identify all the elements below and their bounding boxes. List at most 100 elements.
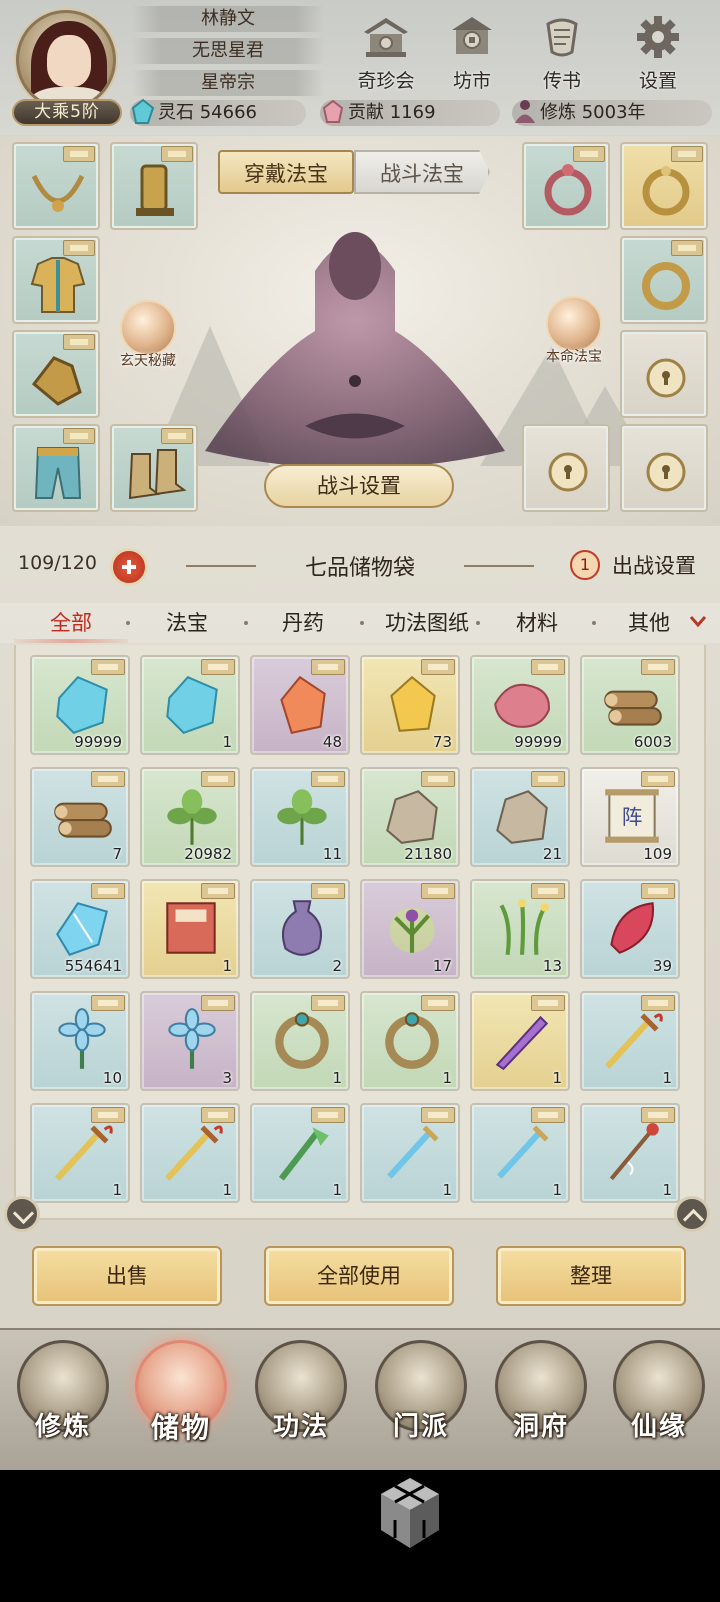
chevron-down-icon[interactable] bbox=[688, 611, 708, 631]
scroll-down-button[interactable] bbox=[4, 1196, 40, 1232]
use-all-button[interactable]: 全部使用 bbox=[264, 1246, 454, 1306]
inventory-item[interactable]: 10 bbox=[30, 991, 130, 1091]
tab-treasures[interactable]: 法宝 bbox=[136, 603, 238, 643]
inventory-item[interactable]: 2 bbox=[250, 879, 350, 979]
inventory-item[interactable]: 554641 bbox=[30, 879, 130, 979]
equip-slot-boots[interactable] bbox=[110, 424, 198, 512]
inventory-item[interactable]: 13 bbox=[470, 879, 570, 979]
inventory-item[interactable]: 39 bbox=[580, 879, 680, 979]
inventory-item[interactable]: 99999 bbox=[470, 655, 570, 755]
orange-ore-icon bbox=[280, 675, 326, 735]
natal-treasure-button[interactable]: 本命法宝 bbox=[530, 296, 618, 366]
inventory-item[interactable]: 1 bbox=[580, 1103, 680, 1203]
contribution-bar: 贡献 1169 bbox=[320, 99, 500, 126]
pants-icon bbox=[34, 447, 82, 499]
inventory-item[interactable]: 阵 109 bbox=[580, 767, 680, 867]
equip-slot-locked-3[interactable] bbox=[620, 424, 708, 512]
inventory-item[interactable]: 1 bbox=[360, 1103, 460, 1203]
item-count: 99999 bbox=[514, 733, 562, 751]
inventory-item[interactable]: 7 bbox=[30, 767, 130, 867]
tab-battle-treasures[interactable]: 战斗法宝 bbox=[354, 150, 490, 194]
inventory-item[interactable]: 1 bbox=[250, 1103, 350, 1203]
tab-manuals[interactable]: 功法图纸 bbox=[364, 603, 490, 643]
player-sect: 星帝宗 bbox=[132, 70, 324, 96]
cube-icon[interactable] bbox=[373, 1474, 447, 1554]
nav-techniques[interactable]: 功法 bbox=[246, 1340, 356, 1468]
expand-bag-button[interactable] bbox=[110, 548, 148, 586]
equip-slot-hat[interactable] bbox=[110, 142, 198, 230]
inventory-item[interactable]: 1 bbox=[30, 1103, 130, 1203]
inventory-item[interactable]: 20982 bbox=[140, 767, 240, 867]
market-button[interactable]: 坊市 bbox=[434, 14, 510, 92]
spirit-stone-label: 灵石 bbox=[158, 102, 194, 123]
settings-button[interactable]: 设置 bbox=[620, 14, 696, 92]
necklace-icon bbox=[31, 174, 85, 212]
equip-slot-bracelet[interactable] bbox=[620, 236, 708, 324]
inventory-item[interactable]: 17 bbox=[360, 879, 460, 979]
inventory-item[interactable]: 1 bbox=[250, 991, 350, 1091]
blue-flower-icon bbox=[58, 1008, 106, 1069]
sell-button[interactable]: 出售 bbox=[32, 1246, 222, 1306]
nav-immortal-fate[interactable]: 仙缘 bbox=[604, 1340, 714, 1468]
deploy-settings-button[interactable]: 出战设置 bbox=[612, 550, 696, 580]
equip-slot-pants[interactable] bbox=[12, 424, 100, 512]
ice-crystal-icon bbox=[56, 902, 108, 957]
spirit-stone-value: 54666 bbox=[199, 102, 257, 123]
inventory-item[interactable]: 1 bbox=[580, 991, 680, 1091]
equip-slot-necklace[interactable] bbox=[12, 142, 100, 230]
inventory-item[interactable]: 1 bbox=[470, 991, 570, 1091]
equip-slot-armor[interactable] bbox=[12, 236, 100, 324]
dragon-ring-icon bbox=[642, 262, 690, 310]
spirit-grass-icon bbox=[499, 899, 549, 956]
treasure-tabs: 穿戴法宝 战斗法宝 bbox=[218, 150, 490, 196]
inventory-item[interactable]: 48 bbox=[250, 655, 350, 755]
header: 大乘5阶 林静文 无思星君 星帝宗 奇珍会 坊市 传书 设置 灵石 54666 … bbox=[0, 0, 720, 135]
avatar[interactable]: 大乘5阶 bbox=[8, 4, 126, 126]
item-count: 17 bbox=[432, 957, 452, 975]
battle-settings-button[interactable]: 战斗设置 bbox=[264, 464, 454, 508]
equip-slot-gloves[interactable] bbox=[12, 330, 100, 418]
inventory-item[interactable]: 21 bbox=[470, 767, 570, 867]
green-spear-icon bbox=[278, 1127, 329, 1181]
nav-sect[interactable]: 门派 bbox=[366, 1340, 476, 1468]
equip-slot-locked-2[interactable] bbox=[522, 424, 610, 512]
item-count: 13 bbox=[542, 957, 562, 975]
mail-button[interactable]: 传书 bbox=[524, 14, 600, 92]
inventory-item[interactable]: 11 bbox=[250, 767, 350, 867]
tab-worn-treasures[interactable]: 穿戴法宝 bbox=[218, 150, 354, 194]
vase-icon bbox=[282, 900, 322, 956]
golden-sword-icon bbox=[55, 1125, 113, 1181]
inventory-item[interactable]: 6003 bbox=[580, 655, 680, 755]
scroll-up-button[interactable] bbox=[674, 1196, 710, 1232]
tab-pills[interactable]: 丹药 bbox=[252, 603, 354, 643]
inventory-item[interactable]: 1 bbox=[140, 655, 240, 755]
inventory-item[interactable]: 1 bbox=[140, 879, 240, 979]
equip-slot-ring-2[interactable] bbox=[620, 142, 708, 230]
inventory-item[interactable]: 1 bbox=[470, 1103, 570, 1203]
equip-slot-locked-1[interactable] bbox=[620, 330, 708, 418]
tab-others[interactable]: 其他 bbox=[598, 603, 700, 643]
inventory-item[interactable]: 1 bbox=[140, 1103, 240, 1203]
tab-materials[interactable]: 材料 bbox=[486, 603, 588, 643]
item-count: 554641 bbox=[64, 957, 122, 975]
inventory-item[interactable]: 1 bbox=[360, 991, 460, 1091]
item-count: 39 bbox=[652, 957, 672, 975]
category-tabs: 全部 法宝 丹药 功法图纸 材料 其他 bbox=[0, 603, 720, 643]
equip-slot-ring-1[interactable] bbox=[522, 142, 610, 230]
mystic-vault-button[interactable]: 玄天秘藏 bbox=[104, 300, 192, 370]
game-screen: 大乘5阶 林静文 无思星君 星帝宗 奇珍会 坊市 传书 设置 灵石 54666 … bbox=[0, 0, 720, 1470]
inventory-item[interactable]: 73 bbox=[360, 655, 460, 755]
treasure-auction-button[interactable]: 奇珍会 bbox=[348, 14, 424, 92]
tab-all[interactable]: 全部 bbox=[20, 603, 122, 643]
nav-storage[interactable]: 储物 bbox=[126, 1340, 236, 1468]
nav-cultivate[interactable]: 修炼 bbox=[8, 1340, 118, 1468]
inventory-item[interactable]: 99999 bbox=[30, 655, 130, 755]
golden-sword-icon bbox=[605, 1013, 663, 1069]
inventory-item[interactable]: 21180 bbox=[360, 767, 460, 867]
sort-button[interactable]: 整理 bbox=[496, 1246, 686, 1306]
meditation-icon bbox=[515, 100, 535, 123]
ring-icon bbox=[385, 1012, 439, 1069]
nav-cave-abode[interactable]: 洞府 bbox=[486, 1340, 596, 1468]
rank-badge: 大乘5阶 bbox=[12, 99, 122, 126]
inventory-item[interactable]: 3 bbox=[140, 991, 240, 1091]
